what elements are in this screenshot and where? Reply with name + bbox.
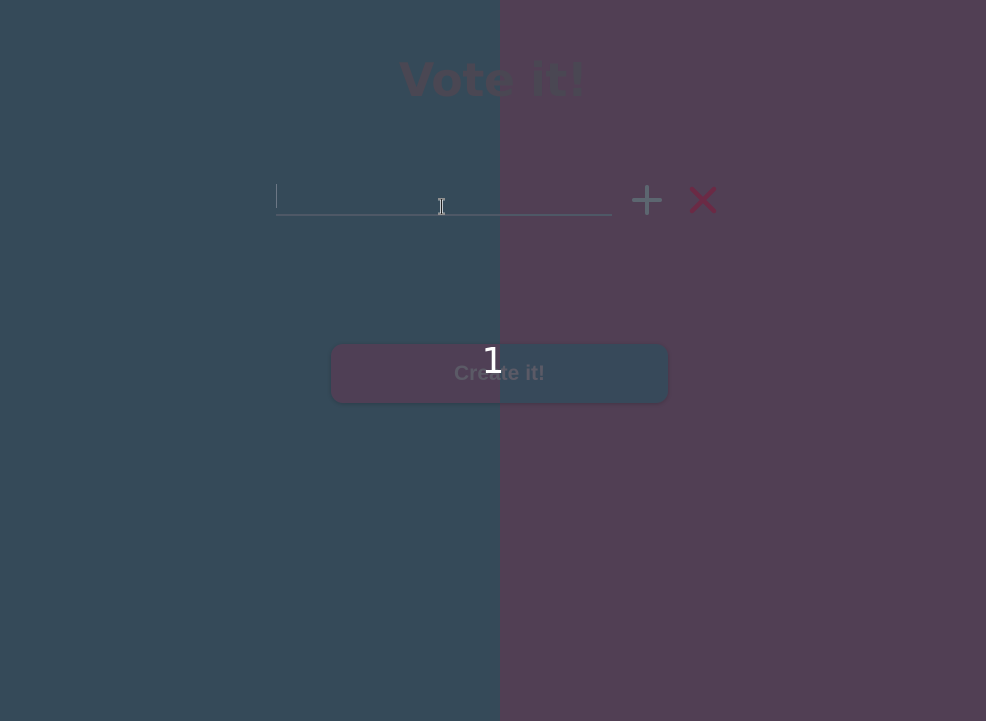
- text-caret: [276, 184, 277, 208]
- count-overlay: 1: [481, 341, 505, 382]
- add-option-button[interactable]: [630, 182, 664, 218]
- vote-it-screen: Vote it! Create it! 1: [0, 0, 986, 721]
- close-icon: [689, 186, 717, 214]
- page-title: Vote it!: [398, 53, 588, 107]
- text-cursor-icon: [438, 198, 445, 215]
- remove-option-button[interactable]: [686, 182, 720, 218]
- plus-icon: [632, 185, 662, 215]
